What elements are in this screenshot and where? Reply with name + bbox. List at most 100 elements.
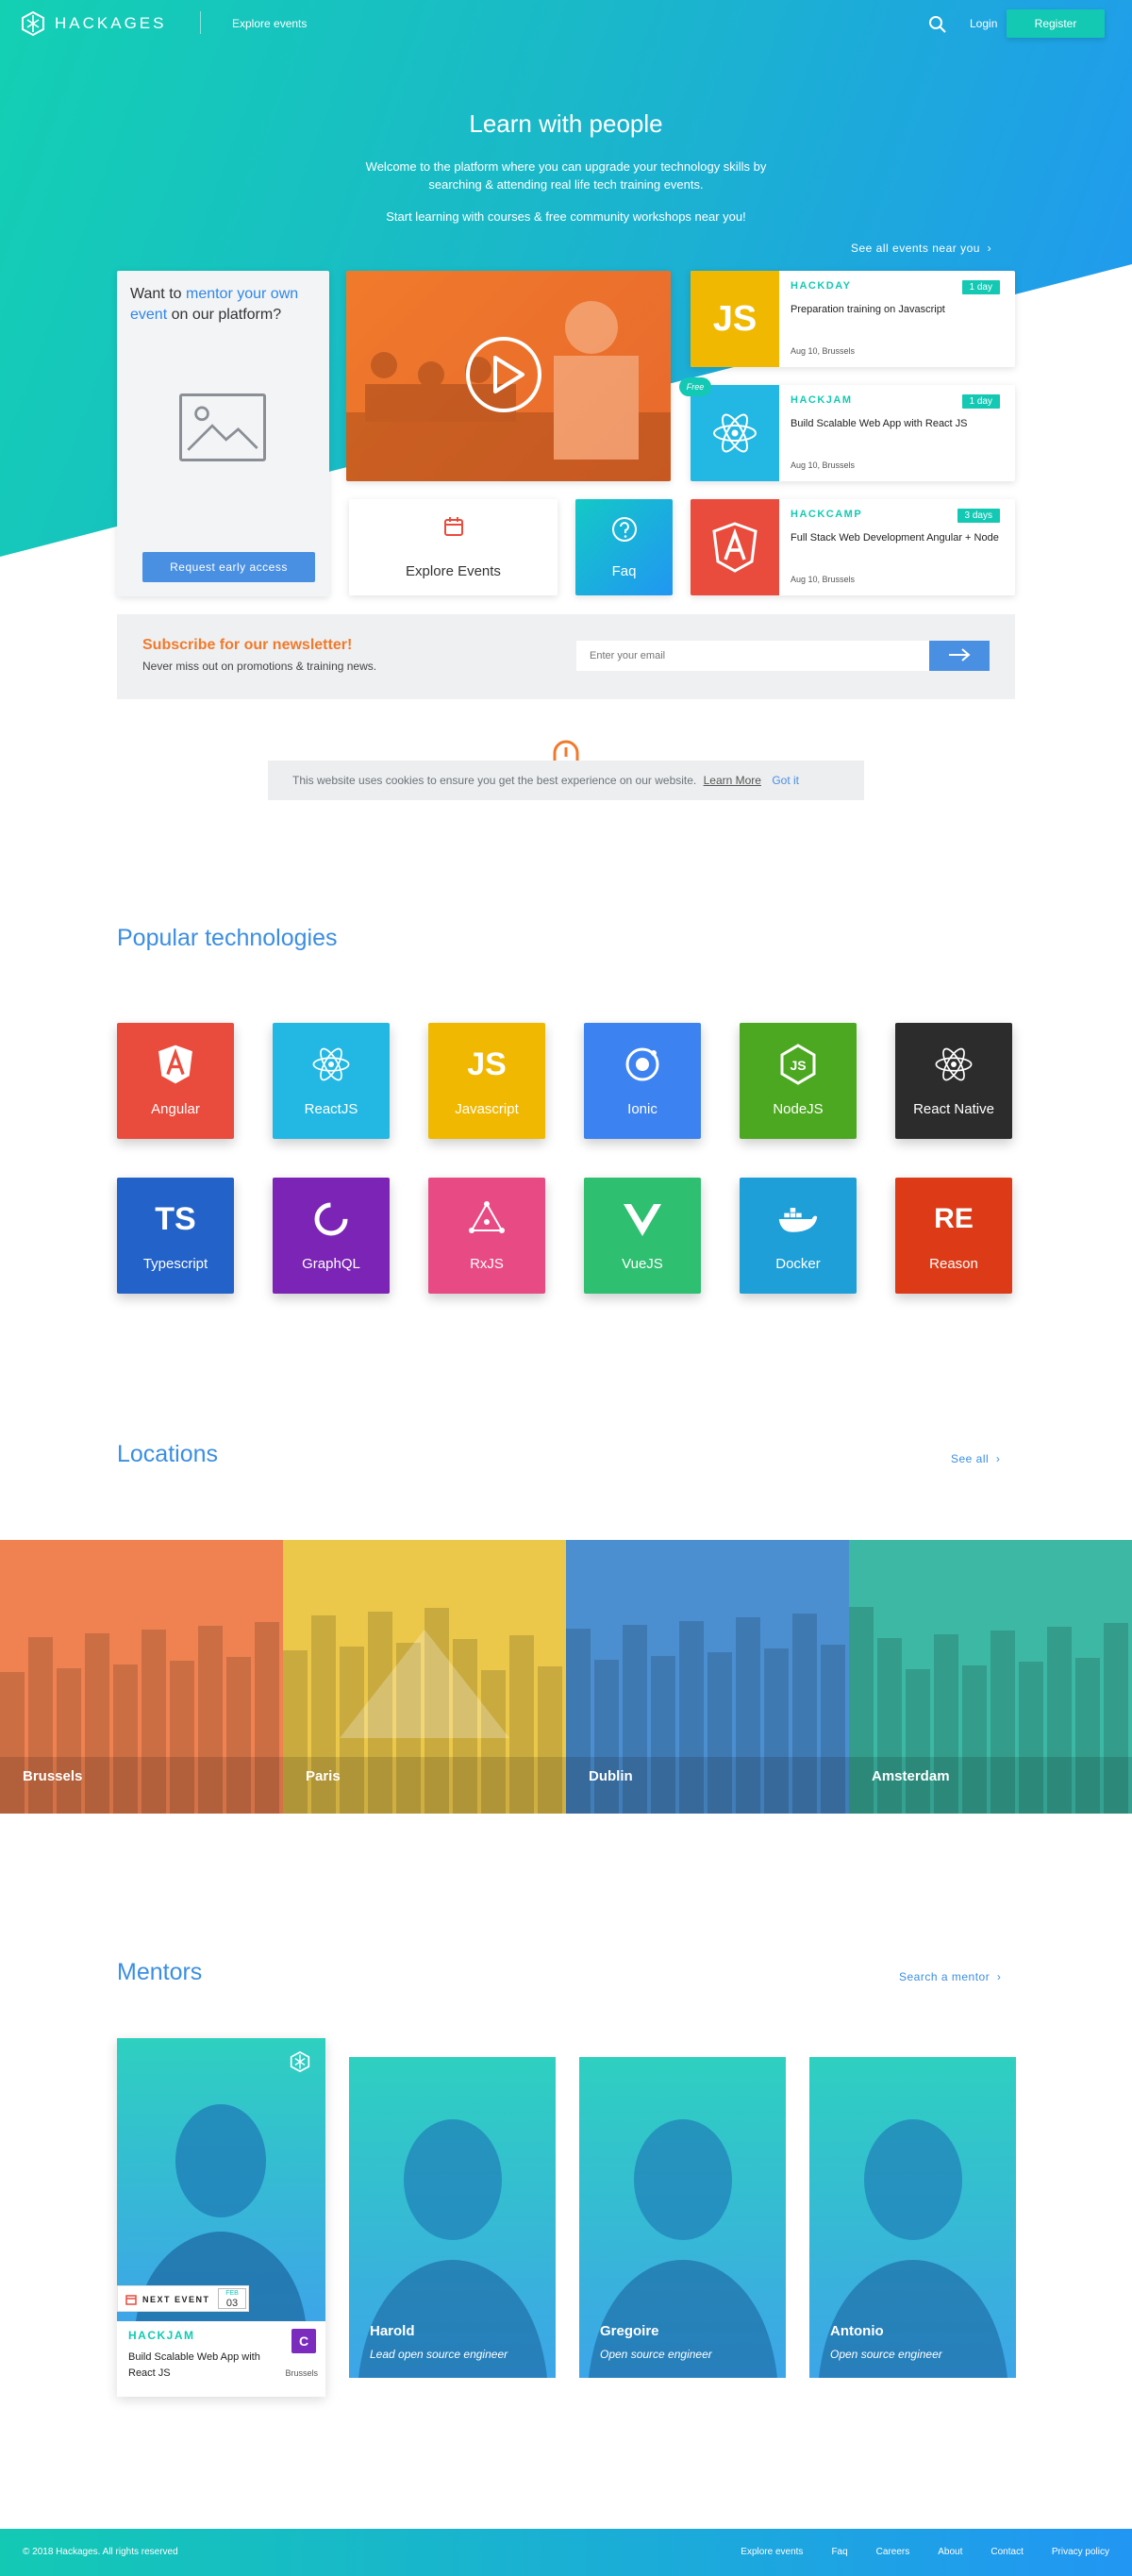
play-icon[interactable] — [464, 335, 543, 414]
tech-tile-ionic[interactable]: Ionic — [584, 1023, 701, 1139]
event-duration-badge: 1 day — [961, 280, 1000, 294]
location-card-dublin[interactable]: Dublin — [566, 1540, 849, 1814]
chevron-right-icon: › — [996, 1970, 1002, 1983]
see-all-events-near-link[interactable]: See all events near you › — [851, 242, 991, 255]
cookie-banner: This website uses cookies to ensure you … — [268, 761, 864, 800]
request-early-access-button[interactable]: Request early access — [142, 552, 315, 582]
tech-name: NodeJS — [773, 1101, 824, 1117]
nav-explore-events[interactable]: Explore events — [232, 17, 307, 30]
mentor-name: Antonio — [830, 2323, 884, 2339]
technologies-title: Popular technologies — [117, 925, 338, 951]
tech-tile-reason[interactable]: RE Reason — [895, 1178, 1012, 1294]
next-event-tag: NEXT EVENT FEB 03 — [117, 2285, 249, 2312]
tech-name: ReactJS — [304, 1101, 358, 1117]
event-duration-badge: 3 days — [957, 509, 1000, 523]
tech-tile-react-native[interactable]: React Native — [895, 1023, 1012, 1139]
angular-icon — [155, 1044, 196, 1085]
location-name: Paris — [306, 1768, 341, 1784]
location-card-brussels[interactable]: Brussels — [0, 1540, 283, 1814]
tech-name: Typescript — [142, 1256, 208, 1272]
email-field[interactable] — [576, 641, 929, 671]
event-day: 03 — [225, 2298, 239, 2309]
rxjs-icon — [466, 1198, 508, 1240]
tech-tile-vuejs[interactable]: VueJS — [584, 1178, 701, 1294]
event-title: Build Scalable Web App with React JS — [128, 2351, 260, 2379]
mentor-promo-question: Want to mentor your own event on our pla… — [130, 284, 319, 326]
logo[interactable]: HACKAGES — [21, 11, 166, 36]
tech-name: VueJS — [622, 1256, 663, 1272]
mentor-name: Gregoire — [600, 2323, 659, 2339]
cookie-text: This website uses cookies to ensure you … — [292, 774, 697, 787]
hero-title: Learn with people — [469, 109, 663, 138]
location-name: Amsterdam — [872, 1768, 950, 1784]
see-all-locations-link[interactable]: See all › — [951, 1452, 1000, 1465]
tech-tile-rxjs[interactable]: RxJS — [428, 1178, 545, 1294]
node-icon: JS — [777, 1044, 819, 1085]
location-name: Dublin — [589, 1768, 633, 1784]
event-city: Brussels — [285, 2368, 318, 2378]
tech-tile-graphql[interactable]: GraphQL — [273, 1178, 390, 1294]
event-meta: Aug 10, Brussels — [791, 575, 856, 584]
footer-link-about[interactable]: About — [938, 2547, 962, 2557]
event-card[interactable]: HACKJAM 1 day Build Scalable Web App wit… — [691, 385, 1015, 481]
tech-tile-docker[interactable]: Docker — [740, 1178, 857, 1294]
event-duration-badge: 1 day — [961, 394, 1000, 409]
event-card[interactable]: JS HACKDAY 1 day Preparation training on… — [691, 271, 1015, 367]
explore-events-tile[interactable]: Explore Events — [349, 499, 558, 595]
event-card[interactable]: HACKCAMP 3 days Full Stack Web Developme… — [691, 499, 1015, 595]
learn-more-link[interactable]: Learn More — [704, 774, 761, 787]
nav-divider — [200, 11, 201, 34]
location-name: Brussels — [23, 1768, 83, 1784]
footer-link-careers[interactable]: Careers — [876, 2547, 910, 2557]
ionic-icon — [622, 1044, 663, 1085]
angular-logo — [712, 522, 757, 573]
location-card-paris[interactable]: Paris — [283, 1540, 566, 1814]
graphql-icon — [310, 1198, 352, 1240]
tech-tile-typescript[interactable]: TS Typescript — [117, 1178, 234, 1294]
footer-link-explore[interactable]: Explore events — [741, 2547, 803, 2557]
search-icon[interactable] — [928, 15, 947, 34]
newsletter-title: Subscribe for our newsletter! — [142, 637, 353, 653]
top-navigation: HACKAGES Explore events Login Register — [0, 0, 1132, 47]
footer-link-contact[interactable]: Contact — [990, 2547, 1023, 2557]
footer-link-privacy[interactable]: Privacy policy — [1052, 2547, 1109, 2557]
mentor-card-harold[interactable]: Harold Lead open source engineer — [349, 2057, 556, 2378]
chevron-right-icon: › — [987, 242, 992, 255]
event-title: Preparation training on Javascript — [791, 304, 945, 315]
faq-tile[interactable]: Faq — [575, 499, 673, 595]
mentor-card-gregoire[interactable]: Gregoire Open source engineer — [579, 2057, 786, 2378]
hackages-logo-icon — [22, 11, 44, 36]
login-link[interactable]: Login — [970, 17, 997, 30]
tech-tile-angular[interactable]: Angular — [117, 1023, 234, 1139]
event-type: HACKDAY — [791, 280, 852, 292]
subscribe-button[interactable] — [929, 641, 990, 671]
react-icon — [933, 1044, 974, 1085]
tech-name: RxJS — [470, 1256, 504, 1272]
vue-icon — [622, 1198, 663, 1240]
event-title: Full Stack Web Development Angular + Nod… — [791, 532, 999, 544]
mentor-name: Harold — [370, 2323, 415, 2339]
intro-video[interactable] — [346, 271, 671, 481]
tech-tile-javascript[interactable]: JS Javascript — [428, 1023, 545, 1139]
mentor-promo-card: Want to mentor your own event on our pla… — [117, 271, 329, 596]
event-month: FEB — [225, 2290, 239, 2297]
tech-name: Javascript — [455, 1101, 519, 1117]
hero-subtitle: Welcome to the platform where you can up… — [365, 159, 767, 192]
mentors-title: Mentors — [117, 1959, 203, 1985]
faq-label: Faq — [611, 563, 637, 579]
location-card-amsterdam[interactable]: Amsterdam — [849, 1540, 1132, 1814]
search-mentor-link[interactable]: Search a mentor › — [899, 1970, 1001, 1983]
tech-tile-nodejs[interactable]: JS NodeJS — [740, 1023, 857, 1139]
see-all-label: See all — [951, 1452, 990, 1465]
event-type: HACKCAMP — [791, 509, 863, 520]
ts-icon: TS — [155, 1200, 196, 1237]
docker-icon — [777, 1198, 819, 1240]
mentor-card-antonio[interactable]: Antonio Open source engineer — [809, 2057, 1016, 2378]
js-icon: JS — [467, 1045, 507, 1082]
register-button[interactable]: Register — [1007, 9, 1105, 38]
footer-link-faq[interactable]: Faq — [831, 2547, 847, 2557]
event-meta: Aug 10, Brussels — [791, 346, 856, 356]
got-it-button[interactable]: Got it — [772, 774, 799, 787]
tech-tile-reactjs[interactable]: ReactJS — [273, 1023, 390, 1139]
featured-mentor-card[interactable]: NEXT EVENT FEB 03 HACKJAM C Build Scalab… — [117, 2038, 325, 2397]
